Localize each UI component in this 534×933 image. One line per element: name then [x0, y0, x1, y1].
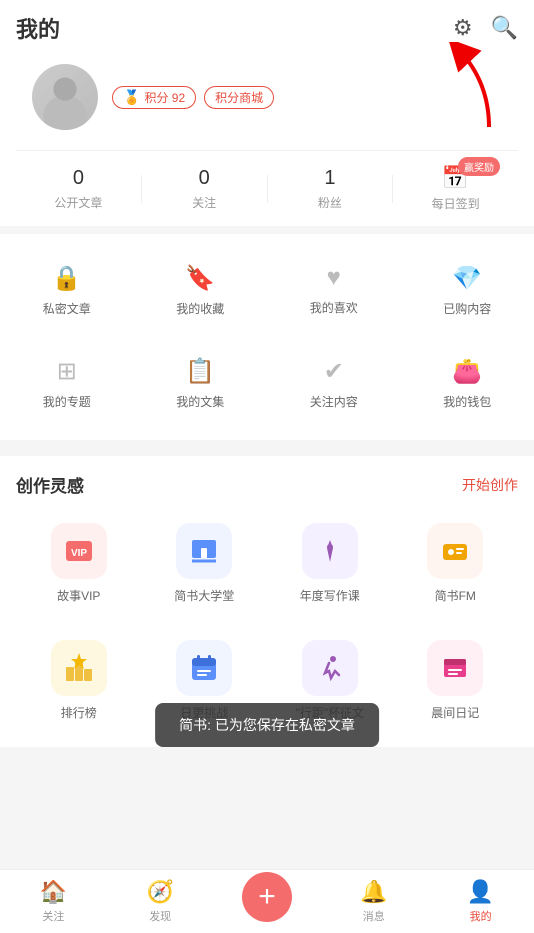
points-shop-badge[interactable]: 积分商城 [204, 86, 274, 109]
bottom-nav: 🏠 关注 🧭 发现 + 🔔 消息 👤 我的 [0, 869, 534, 933]
nav-item-follow[interactable]: 🏠 关注 [0, 879, 107, 924]
page-title: 我的 [16, 12, 60, 44]
running-icon [302, 640, 358, 696]
compass-icon: 🧭 [146, 879, 173, 905]
settings-icon[interactable]: ⚙ [453, 15, 473, 41]
app-grid: VIP 故事VIP 简书大学堂 [16, 513, 518, 630]
vip-icon: VIP [51, 523, 107, 579]
menu-grid-row1: 🔒 私密文章 🔖 我的收藏 ♥ 我的喜欢 💎 已购内容 [0, 244, 534, 337]
file-icon: 📋 [185, 357, 215, 386]
add-button[interactable]: + [242, 872, 292, 922]
nav-item-mine[interactable]: 👤 我的 [427, 879, 534, 924]
toast-message: 简书: 已为您保存在私密文章 [155, 703, 379, 747]
diamond-icon: 💎 [452, 264, 482, 293]
bookmark-icon: 🔖 [185, 264, 215, 293]
menu-item-purchased[interactable]: 💎 已购内容 [401, 252, 534, 329]
checkin-item[interactable]: 赢奖励 📅 每日签到 [393, 165, 518, 212]
app-grid-row2-wrapper: 排行榜 日更挑战 [16, 630, 518, 747]
heart-icon: ♥ [327, 264, 341, 292]
bell-icon: 🔔 [360, 879, 387, 905]
menu-item-topics[interactable]: ⊞ 我的专题 [0, 345, 134, 422]
creation-title: 创作灵感 [16, 472, 84, 497]
fm-icon [427, 523, 483, 579]
stats-row: 0 公开文章 0 关注 1 粉丝 赢奖励 📅 每日签到 [16, 150, 518, 226]
check-icon: ✔ [324, 357, 344, 386]
points-badge[interactable]: 🏅 积分 92 [112, 86, 196, 109]
menu-section-1: 🔒 私密文章 🔖 我的收藏 ♥ 我的喜欢 💎 已购内容 ⊞ 我的专题 📋 [0, 234, 534, 440]
profile-section: 🏅 积分 92 积分商城 [16, 56, 518, 146]
app-item-fm[interactable]: 简书FM [393, 513, 519, 614]
creation-action-button[interactable]: 开始创作 [462, 475, 518, 495]
creation-section: 创作灵感 开始创作 VIP 故事VIP [0, 456, 534, 747]
nav-item-add[interactable]: + [214, 872, 321, 932]
menu-item-follow-content[interactable]: ✔ 关注内容 [267, 345, 401, 422]
header: 我的 ⚙ 🔍 🏅 积分 [0, 0, 534, 226]
app-item-morning[interactable]: 晨间日记 [393, 630, 519, 731]
user-icon: 👤 [467, 879, 494, 905]
home-icon: 🏠 [40, 879, 67, 905]
grid-icon: ⊞ [57, 357, 77, 386]
menu-grid-row2: ⊞ 我的专题 📋 我的文集 ✔ 关注内容 👛 我的钱包 [0, 337, 534, 430]
menu-item-collections2[interactable]: 📋 我的文集 [134, 345, 268, 422]
stat-articles[interactable]: 0 公开文章 [16, 167, 141, 211]
avatar[interactable] [32, 64, 98, 130]
menu-item-collection[interactable]: 🔖 我的收藏 [134, 252, 268, 329]
svg-text:VIP: VIP [71, 548, 87, 559]
daily-icon [176, 640, 232, 696]
separator-1 [0, 226, 534, 234]
university-icon [176, 523, 232, 579]
menu-item-likes[interactable]: ♥ 我的喜欢 [267, 252, 401, 329]
menu-item-private[interactable]: 🔒 私密文章 [0, 252, 134, 329]
app-item-writing[interactable]: 年度写作课 [267, 513, 393, 614]
nav-item-discover[interactable]: 🧭 发现 [107, 879, 214, 924]
stat-following[interactable]: 0 关注 [142, 167, 267, 211]
app-item-vip[interactable]: VIP 故事VIP [16, 513, 142, 614]
separator-2 [0, 440, 534, 448]
writing-icon [302, 523, 358, 579]
stat-followers[interactable]: 1 粉丝 [268, 167, 393, 211]
wallet-icon: 👛 [452, 357, 482, 386]
search-icon[interactable]: 🔍 [491, 15, 518, 41]
morning-icon [427, 640, 483, 696]
app-item-rank[interactable]: 排行榜 [16, 630, 142, 731]
app-item-university[interactable]: 简书大学堂 [142, 513, 268, 614]
profile-badges: 🏅 积分 92 积分商城 [112, 86, 274, 109]
header-icons: ⚙ 🔍 [453, 15, 518, 41]
nav-item-messages[interactable]: 🔔 消息 [320, 879, 427, 924]
lock-icon: 🔒 [52, 264, 82, 293]
menu-item-wallet[interactable]: 👛 我的钱包 [401, 345, 534, 422]
rank-icon [51, 640, 107, 696]
